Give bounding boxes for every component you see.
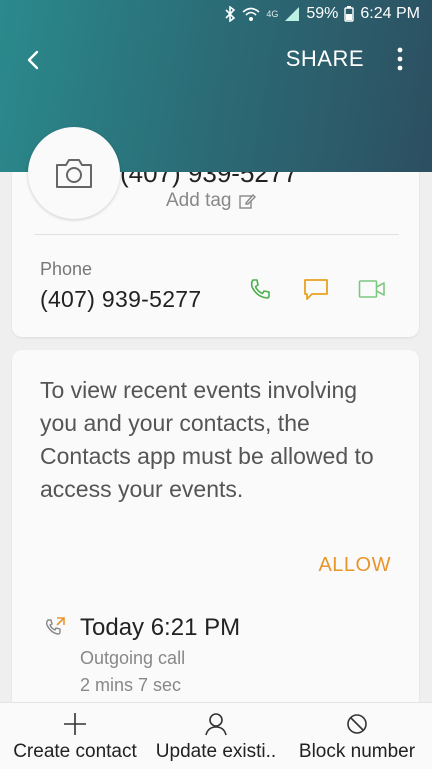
phone-icon [250, 279, 270, 299]
battery-percent: 59% [306, 5, 339, 22]
update-existing-label: Update existi.. [155, 741, 277, 762]
bluetooth-icon [224, 6, 236, 22]
bottom-action-bar: Create contact Update existi.. Block num… [0, 702, 432, 769]
divider [34, 234, 399, 235]
call-log-type: Outgoing call [80, 648, 186, 668]
back-button[interactable] [18, 44, 50, 76]
more-options-button[interactable] [394, 44, 406, 74]
person-icon [204, 711, 228, 742]
clock: 6:24 PM [360, 5, 420, 22]
create-contact-label: Create contact [13, 741, 137, 762]
allow-button[interactable]: ALLOW [318, 554, 391, 577]
add-tag-label: Add tag [166, 190, 232, 211]
block-icon [345, 711, 369, 742]
share-button[interactable]: SHARE [286, 46, 364, 72]
events-permission-message: To view recent events involving you and … [40, 377, 374, 502]
plus-icon [62, 711, 88, 742]
update-existing-button[interactable]: Update existi.. [150, 703, 282, 769]
block-number-label: Block number [298, 741, 416, 762]
message-button[interactable] [299, 274, 333, 304]
call-button[interactable] [243, 274, 277, 304]
battery-icon [344, 6, 355, 22]
contact-name-number: (407) 939-5277 [120, 172, 298, 188]
create-contact-button[interactable]: Create contact [0, 703, 150, 769]
camera-icon [56, 159, 92, 188]
message-icon [304, 279, 328, 300]
more-vert-icon [397, 47, 403, 71]
video-call-button[interactable] [355, 274, 389, 304]
call-log-duration: 2 mins 7 sec [80, 675, 182, 695]
status-bar: 4G 59% 6:24 PM [0, 0, 432, 30]
events-card: To view recent events involving you and … [12, 350, 419, 710]
network-type-label: 4G [266, 9, 279, 19]
call-log-time[interactable]: Today 6:21 PM [80, 614, 240, 642]
edit-icon [238, 193, 256, 209]
signal-icon [284, 6, 300, 22]
add-tag-button[interactable]: Add tag [166, 190, 256, 212]
phone-label: Phone [40, 259, 93, 279]
contact-photo-button[interactable] [28, 127, 120, 219]
video-call-icon [358, 280, 385, 298]
back-arrow-icon [27, 50, 39, 70]
block-number-button[interactable]: Block number [282, 703, 432, 769]
wifi-icon [242, 6, 260, 22]
phone-actions [243, 274, 389, 304]
phone-number[interactable]: (407) 939-5277 [40, 286, 201, 313]
outgoing-call-icon [44, 616, 66, 643]
toolbar: SHARE [0, 36, 432, 82]
